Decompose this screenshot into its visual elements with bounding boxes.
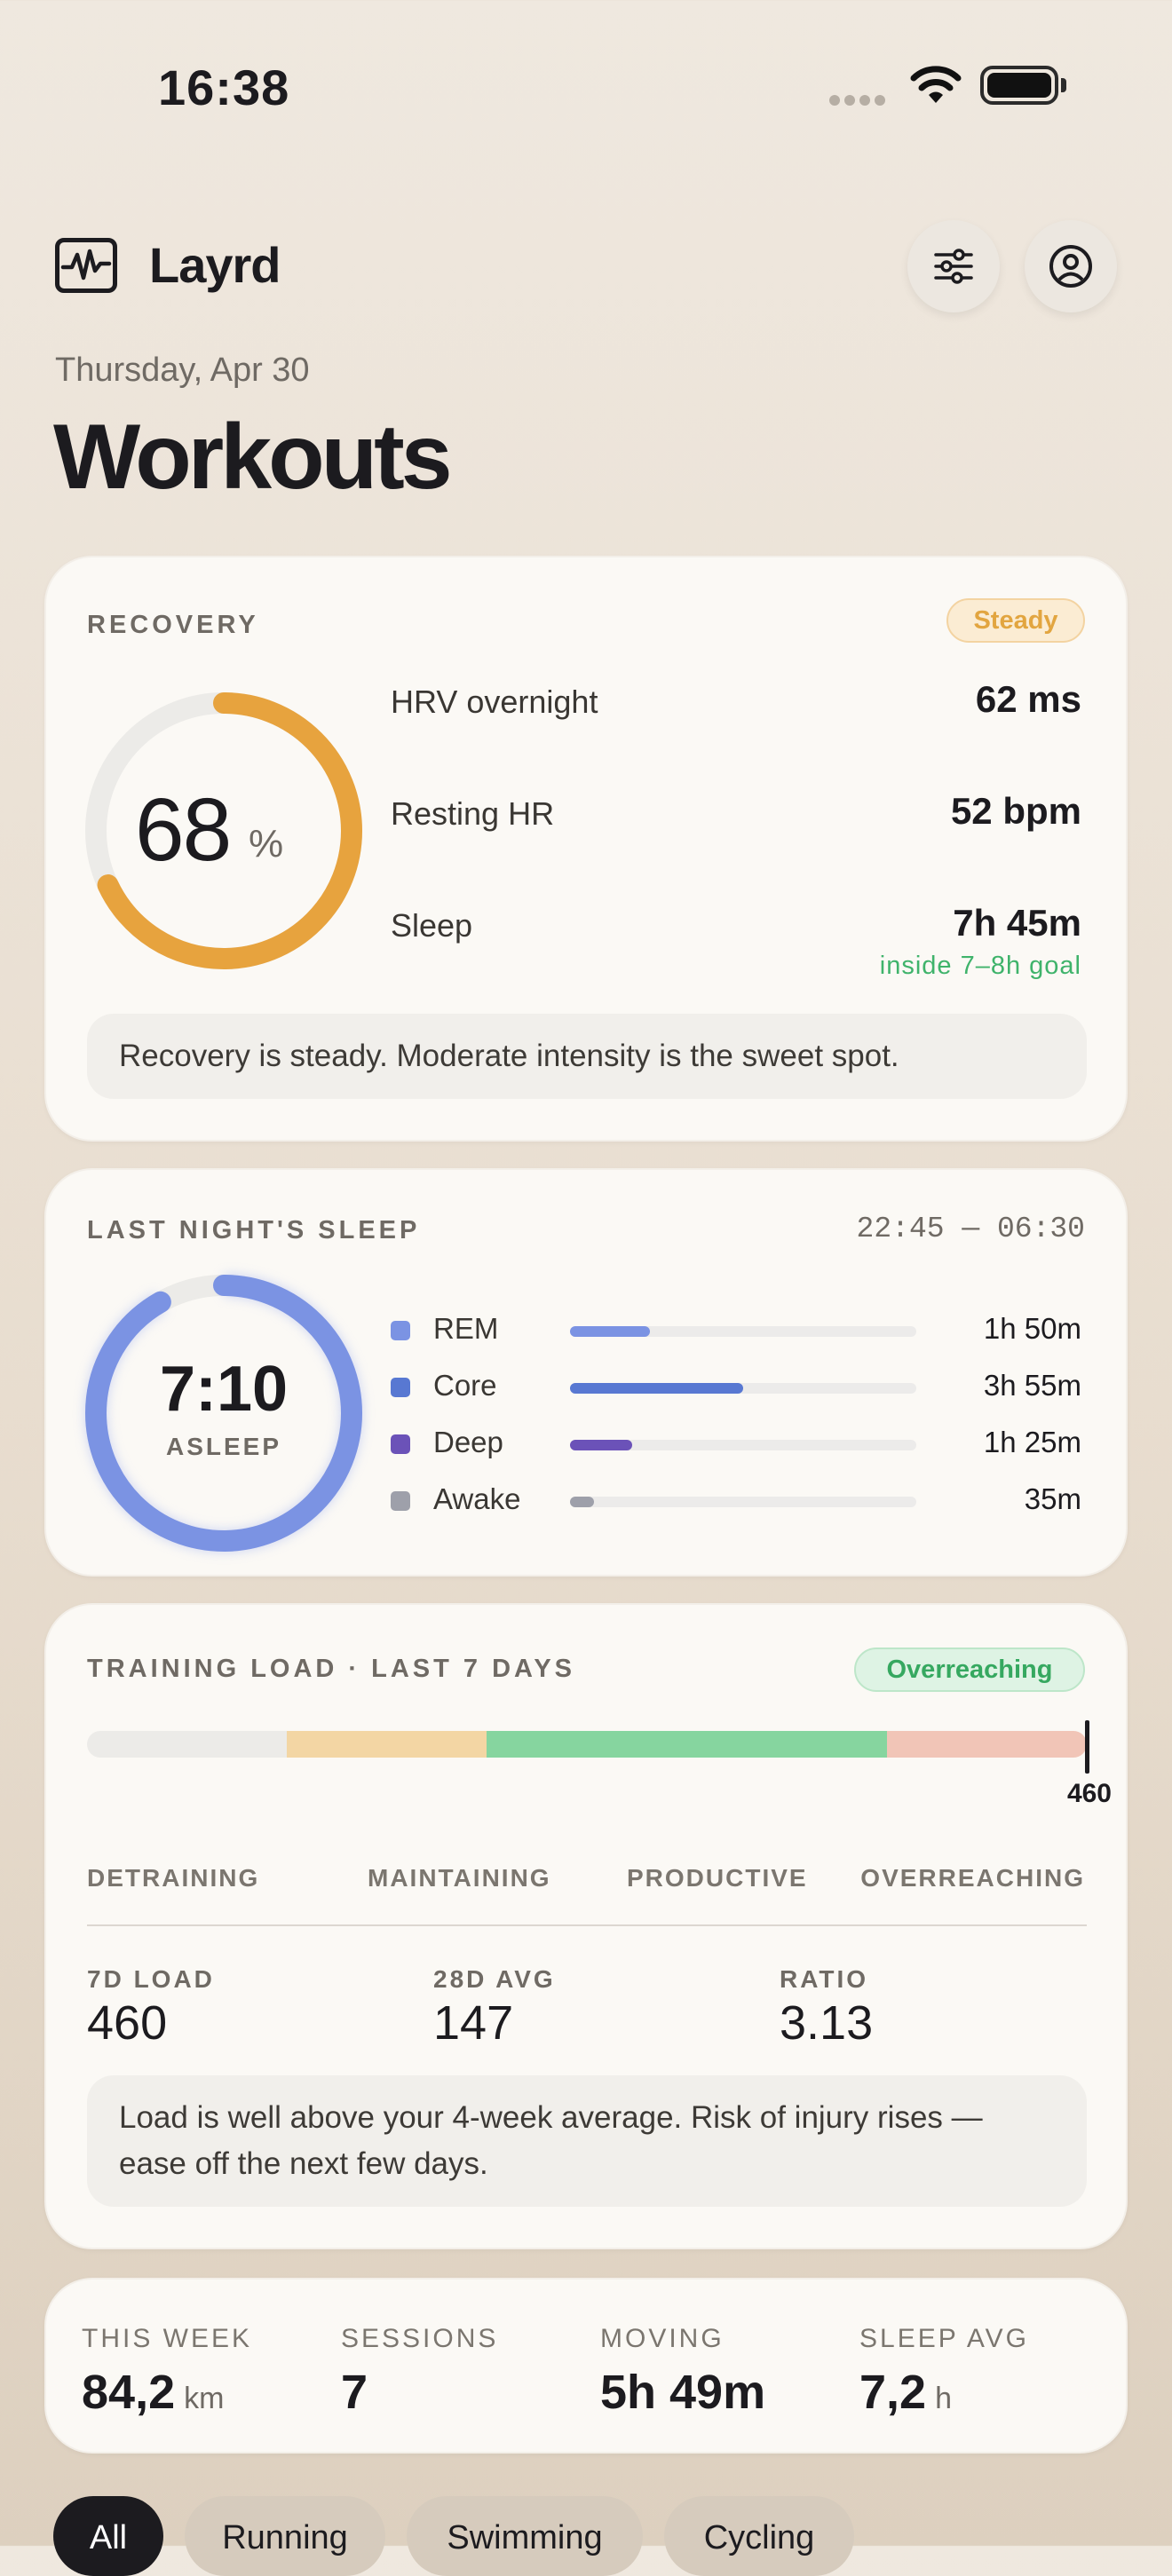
zone-detraining-segment — [87, 1731, 288, 1758]
sleep-stage-label-rem: REM — [433, 1312, 499, 1345]
sliders-icon — [934, 249, 973, 284]
sleep-avg-unit: h — [935, 2382, 952, 2415]
page-title: Workouts — [53, 406, 453, 509]
sleep-window: 22:45 — 06:30 — [856, 1213, 1085, 1245]
sleep-stage-label-awake: Awake — [433, 1482, 521, 1515]
zone-label-productive: PRODUCTIVE — [627, 1864, 808, 1892]
sleep-stage-bar-fill — [570, 1440, 633, 1450]
sleep-stage-value-rem: 1h 50m — [983, 1312, 1081, 1345]
status-time: 16:38 — [158, 59, 290, 115]
sleep-stage-bar-deep — [570, 1440, 916, 1450]
sleep-value: 7h 45m — [953, 902, 1081, 944]
recovery-message: Recovery is steady. Moderate intensity i… — [87, 1014, 1087, 1099]
zone-maintaining-segment — [287, 1731, 487, 1758]
recovery-label: RECOVERY — [87, 611, 259, 639]
filter-chip-swimming[interactable]: Swimming — [407, 2496, 643, 2576]
recovery-percent-sign: % — [249, 822, 284, 865]
resting-hr-value: 52 bpm — [950, 790, 1081, 832]
sleep-stage-dot-rem — [391, 1321, 410, 1340]
load-7d-label: 7D LOAD — [87, 1965, 215, 1993]
sleep-stage-bar-awake — [570, 1497, 916, 1507]
sleep-stage-bar-fill — [570, 1497, 595, 1507]
week-distance-value: 84,2 — [82, 2366, 176, 2419]
resting-hr-label: Resting HR — [391, 795, 555, 832]
sleep-stage-value-core: 3h 55m — [983, 1369, 1081, 1402]
sleep-stage-value-deep: 1h 25m — [983, 1426, 1081, 1458]
activity-monitor-icon — [55, 238, 117, 293]
sleep-stage-dot-awake — [391, 1491, 410, 1511]
recovery-percent: 68 — [135, 780, 232, 880]
filter-chip-cycling[interactable]: Cycling — [664, 2496, 854, 2576]
sleep-total: 7:10 — [159, 1354, 289, 1425]
cellular-signal-icon — [829, 94, 891, 107]
sleep-goal-note: inside 7–8h goal — [879, 952, 1081, 980]
sleep-avg: 7,2 h — [859, 2365, 952, 2420]
sleep-stage-label-core: Core — [433, 1369, 497, 1402]
zone-label-maintaining: MAINTAINING — [368, 1864, 551, 1892]
sleep-total-label: ASLEEP — [165, 1433, 282, 1460]
moving-label: MOVING — [600, 2324, 725, 2353]
sleep-stage-bar-fill — [570, 1326, 650, 1337]
sleep-label: Sleep — [391, 907, 473, 944]
user-circle-icon — [1049, 245, 1092, 288]
week-distance: 84,2 km — [82, 2365, 224, 2420]
sleep-stage-dot-core — [391, 1378, 410, 1397]
avg-28d-label: 28D AVG — [433, 1965, 556, 1993]
load-7d-value: 460 — [87, 1996, 168, 2050]
avg-28d-value: 147 — [433, 1996, 514, 2050]
sleep-stage-bar-core — [570, 1383, 916, 1394]
recovery-status-badge: Steady — [946, 598, 1085, 643]
sleep-avg-label: SLEEP AVG — [859, 2324, 1029, 2353]
training-label: TRAINING LOAD · LAST 7 DAYS — [87, 1655, 576, 1683]
recovery-card[interactable]: RECOVERY Steady 68 % HRV overnight 62 ms… — [44, 556, 1128, 1142]
training-status-badge: Overreaching — [854, 1648, 1085, 1692]
hrv-value: 62 ms — [975, 678, 1081, 720]
hrv-label: HRV overnight — [391, 684, 598, 720]
current-date: Thursday, Apr 30 — [55, 352, 310, 389]
filter-chip-running[interactable]: Running — [185, 2496, 385, 2576]
battery-icon — [980, 66, 1058, 105]
ratio-value: 3.13 — [780, 1996, 874, 2050]
week-distance-label: THIS WEEK — [82, 2324, 253, 2353]
profile-button[interactable] — [1025, 220, 1117, 312]
divider — [87, 1924, 1087, 1926]
zone-productive-segment — [487, 1731, 887, 1758]
training-load-card[interactable]: TRAINING LOAD · LAST 7 DAYS Overreaching… — [44, 1603, 1128, 2249]
moving-value: 5h 49m — [600, 2366, 766, 2419]
sleep-stage-value-awake: 35m — [1024, 1482, 1081, 1515]
sessions-label: SESSIONS — [341, 2324, 499, 2353]
load-marker — [1085, 1720, 1089, 1774]
wifi-icon — [910, 66, 962, 103]
load-marker-value: 460 — [1066, 1779, 1112, 1808]
app-brand: Layrd — [149, 237, 281, 293]
week-distance-unit: km — [184, 2382, 225, 2415]
sleep-stage-label-deep: Deep — [433, 1426, 503, 1458]
sleep-stage-dot-deep — [391, 1434, 410, 1454]
zone-overreaching-segment — [886, 1731, 1087, 1758]
filter-button[interactable] — [907, 220, 1000, 312]
sleep-avg-value: 7,2 — [859, 2366, 927, 2419]
sleep-card[interactable]: LAST NIGHT'S SLEEP 22:45 — 06:30 7:10 AS… — [44, 1168, 1128, 1576]
week-summary-card[interactable]: THIS WEEK 84,2 km SESSIONS 7 MOVING 5h 49… — [44, 2278, 1128, 2454]
battery-cap — [1061, 78, 1066, 92]
zone-label-detraining: DETRAINING — [87, 1864, 260, 1892]
sleep-stage-bar-rem — [570, 1326, 916, 1337]
sleep-card-label: LAST NIGHT'S SLEEP — [87, 1216, 421, 1245]
filter-chip-all[interactable]: All — [53, 2496, 163, 2576]
sessions-value: 7 — [341, 2366, 368, 2419]
zone-label-overreaching: OVERREACHING — [860, 1864, 1085, 1892]
training-message: Load is well above your 4-week average. … — [87, 2075, 1087, 2207]
training-zone-bar — [87, 1731, 1087, 1758]
ratio-label: RATIO — [780, 1965, 869, 1993]
sleep-stage-bar-fill — [570, 1383, 743, 1394]
